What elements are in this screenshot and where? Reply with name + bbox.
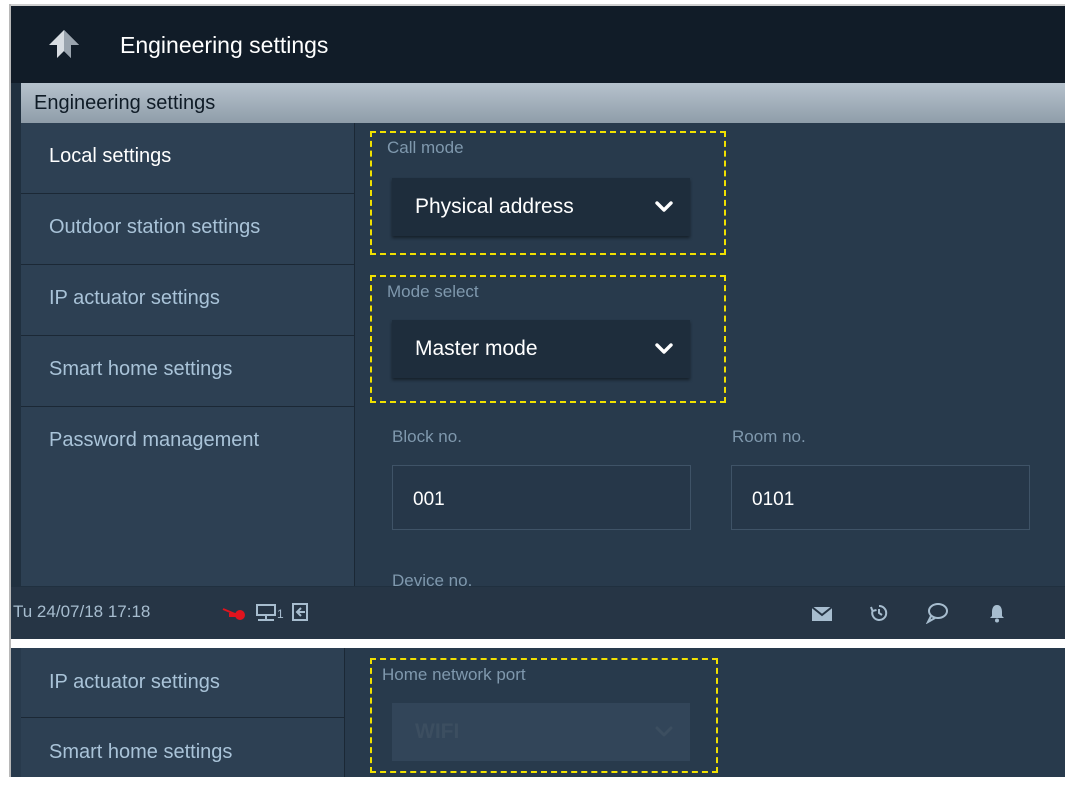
sidebar: IP actuator settings Smart home settings: [21, 648, 345, 777]
call-mode-label: Call mode: [387, 138, 464, 157]
bottom-margin: [9, 777, 1065, 793]
camera-off-icon: [222, 608, 245, 620]
mail-icon[interactable]: [811, 606, 833, 622]
back-arrow-icon[interactable]: [47, 28, 81, 60]
mode-select-value: Master mode: [415, 337, 538, 360]
device-no-label: Device no.: [392, 571, 473, 586]
sidebar-item-label: Local settings: [49, 145, 172, 167]
settings-screen-detail: IP actuator settings Smart home settings…: [11, 648, 1065, 777]
sidebar-item-local-settings[interactable]: Local settings: [21, 123, 354, 194]
block-no-input[interactable]: 001: [392, 465, 691, 530]
sidebar-item-label: Smart home settings: [49, 358, 233, 380]
home-network-port-label: Home network port: [382, 665, 526, 684]
sidebar-item-label: Smart home settings: [49, 741, 233, 763]
call-mode-dropdown[interactable]: Physical address: [392, 178, 690, 236]
call-mode-value: Physical address: [415, 195, 574, 218]
title-bar: Engineering settings: [11, 6, 1065, 83]
block-no-value: 001: [413, 489, 445, 510]
sidebar-item-smart-home-settings[interactable]: Smart home settings: [21, 718, 344, 777]
sidebar-item-outdoor-station-settings[interactable]: Outdoor station settings: [21, 194, 354, 265]
sidebar-item-password-management[interactable]: Password management: [21, 407, 354, 477]
sidebar-item-label: Outdoor station settings: [49, 216, 261, 238]
sidebar-item-ip-actuator-settings[interactable]: IP actuator settings: [21, 648, 344, 718]
section-header: Engineering settings: [21, 83, 1065, 123]
room-no-value: 0101: [752, 489, 795, 510]
section-title: Engineering settings: [34, 92, 216, 114]
bell-icon[interactable]: [988, 603, 1006, 623]
settings-screen: Engineering settings Engineering setting…: [11, 6, 1065, 639]
network-index: 1: [277, 607, 284, 621]
mode-select-label: Mode select: [387, 282, 479, 301]
room-no-input[interactable]: 0101: [731, 465, 1030, 530]
chevron-down-icon: [655, 343, 673, 354]
mode-select-dropdown[interactable]: Master mode: [392, 320, 690, 378]
sidebar-item-label: IP actuator settings: [49, 671, 220, 693]
home-network-port-dropdown[interactable]: WIFI: [392, 703, 690, 761]
status-bar: Tu 24/07/18 17:18 1: [11, 587, 1065, 639]
chevron-down-icon: [655, 201, 673, 212]
message-icon[interactable]: [925, 602, 949, 624]
block-no-label: Block no.: [392, 427, 462, 446]
content-area: Local settings Outdoor station settings …: [21, 123, 1065, 586]
history-icon[interactable]: [869, 603, 889, 623]
sidebar-item-ip-actuator-settings[interactable]: IP actuator settings: [21, 265, 354, 336]
logout-icon: [292, 603, 308, 621]
sidebar-item-label: IP actuator settings: [49, 287, 220, 309]
room-no-label: Room no.: [732, 427, 806, 446]
datetime: Tu 24/07/18 17:18: [13, 602, 151, 621]
network-icon: [256, 604, 276, 621]
sidebar: Local settings Outdoor station settings …: [21, 123, 355, 586]
sidebar-item-label: Password management: [49, 429, 260, 451]
chevron-down-icon: [655, 726, 673, 737]
page-title: Engineering settings: [120, 32, 329, 58]
home-network-port-value: WIFI: [415, 720, 460, 743]
sidebar-item-smart-home-settings[interactable]: Smart home settings: [21, 336, 354, 407]
